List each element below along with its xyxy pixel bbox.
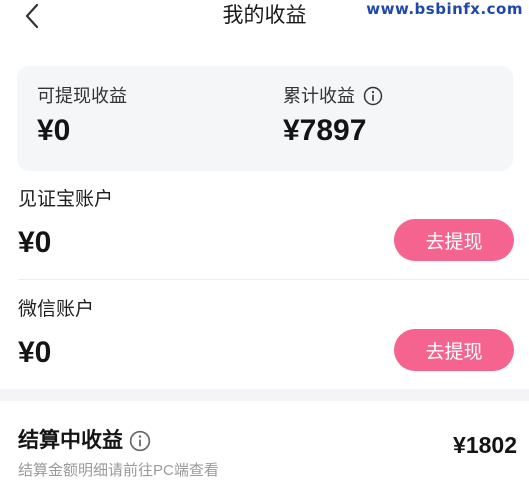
settlement-amount: ¥1802: [453, 432, 517, 458]
cumulative-label-row: 累计收益: [283, 84, 383, 108]
cumulative-earnings: 累计收益 ¥7897: [283, 84, 383, 148]
account-name: 微信账户: [18, 299, 95, 320]
account-amount: ¥0: [18, 336, 52, 369]
watermark: www.bsbinfx.com: [366, 0, 523, 18]
account-row-witness: 见证宝账户 ¥0 去提现: [0, 187, 529, 297]
cumulative-label: 累计收益: [283, 86, 355, 106]
account-name: 见证宝账户: [18, 189, 114, 210]
cumulative-value: ¥7897: [283, 114, 367, 147]
divider: [18, 279, 529, 280]
settlement-title-row: 结算中收益: [18, 427, 151, 455]
settlement-title: 结算中收益: [18, 429, 123, 452]
info-icon[interactable]: [363, 86, 383, 106]
section-separator: [0, 389, 529, 401]
withdrawable-earnings: 可提现收益 ¥0: [37, 84, 127, 148]
withdrawable-label: 可提现收益: [37, 86, 127, 106]
account-amount: ¥0: [18, 226, 52, 259]
settlement-note: 结算金额明细请前往PC端查看: [18, 462, 219, 479]
withdraw-button[interactable]: 去提现: [394, 329, 514, 371]
withdrawable-value: ¥0: [37, 114, 71, 147]
earnings-summary-card: 可提现收益 ¥0 累计收益 ¥7897: [17, 66, 513, 171]
withdraw-button[interactable]: 去提现: [394, 219, 514, 261]
nav-header: 我的收益 www.bsbinfx.com: [0, 0, 529, 34]
info-icon[interactable]: [129, 430, 151, 452]
